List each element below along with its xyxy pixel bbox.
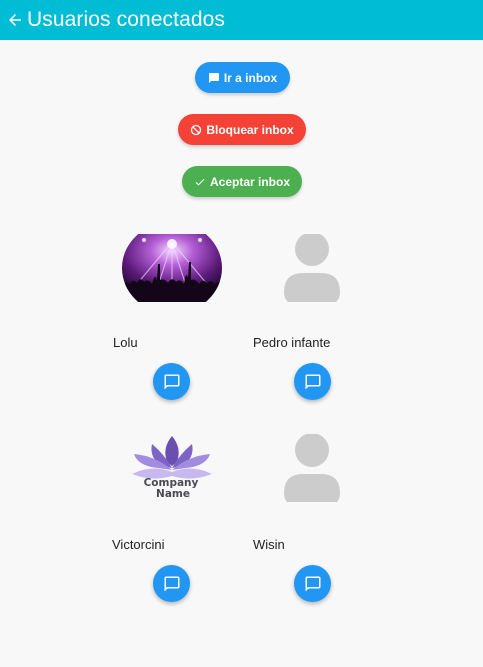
chat-button-pedro-infante[interactable] [294,363,331,400]
user-name-victorcini: Victorcini [112,537,165,552]
chat-button-lolu[interactable] [153,363,190,400]
user-avatar-wisin[interactable] [263,434,363,502]
page-title: Usuarios conectados [27,8,226,31]
back-button[interactable] [3,0,27,40]
company-logo: Company Name [132,436,212,500]
default-person-icon [284,234,340,302]
concert-photo [122,234,222,302]
accept-inbox-label: Aceptar inbox [209,174,290,189]
block-inbox-label: Bloquear inbox [206,122,294,137]
user-name-lolu: Lolu [113,335,138,350]
default-person-icon [284,434,340,502]
chat-button-wisin[interactable] [294,565,331,602]
message-icon [208,72,219,83]
accept-inbox-button[interactable]: Aceptar inbox [182,166,302,197]
user-avatar-victorcini[interactable]: Company Name [122,434,222,502]
chat-bubble-icon [164,576,179,591]
chat-button-victorcini[interactable] [153,565,190,602]
go-inbox-button[interactable]: Ir a inbox [195,62,290,93]
user-avatar-lolu[interactable] [122,234,222,302]
arrow-left-icon [9,14,21,26]
block-icon [191,124,202,135]
chat-bubble-icon [164,374,179,389]
user-avatar-pedro-infante[interactable] [263,234,363,302]
company-logo-text-2: Name [156,488,190,500]
chat-bubble-icon [305,374,320,389]
go-inbox-label: Ir a inbox [223,70,278,85]
app-bar: Usuarios conectados [0,0,483,40]
block-inbox-button[interactable]: Bloquear inbox [178,114,306,145]
chat-bubble-icon [305,576,320,591]
check-icon [195,178,205,185]
user-name-pedro-infante: Pedro infante [253,335,331,350]
user-name-wisin: Wisin [253,537,285,552]
